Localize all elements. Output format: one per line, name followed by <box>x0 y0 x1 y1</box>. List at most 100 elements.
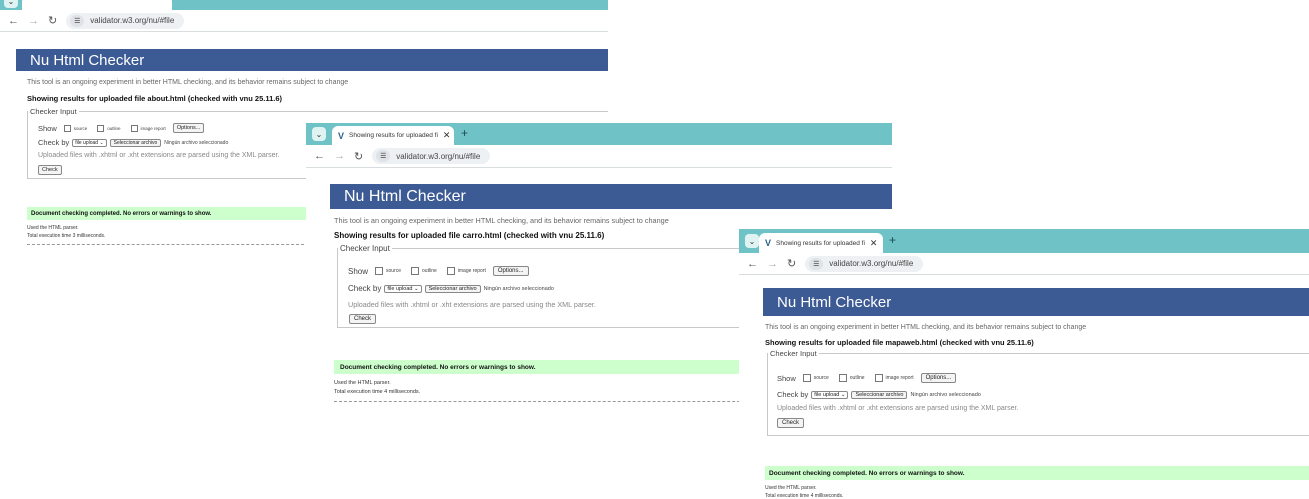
url-text: validator.w3.org/nu/#file <box>90 16 175 25</box>
page-title: Nu Html Checker <box>344 187 466 205</box>
show-label: Show <box>777 373 796 383</box>
url-text: validator.w3.org/nu/#file <box>829 259 914 268</box>
check-by-value: file upload <box>387 285 413 292</box>
active-tab[interactable] <box>22 0 172 10</box>
upload-note: Uploaded files with .xhtml or .xht exten… <box>348 300 596 309</box>
new-tab-icon[interactable]: + <box>889 233 896 247</box>
site-info-icon[interactable]: ☰ <box>809 257 824 270</box>
address-bar[interactable]: ☰ validator.w3.org/nu/#file <box>66 12 185 29</box>
back-arrow-icon[interactable]: ← <box>314 150 325 162</box>
results-heading: Showing results for uploaded file carro.… <box>334 231 605 240</box>
choose-file-button[interactable]: Seleccionar archivo <box>109 138 162 147</box>
navigation-bar: ← → ↻ ☰ validator.w3.org/nu/#file <box>739 253 1309 275</box>
tab-list-chevron-icon[interactable]: ⌄ <box>4 0 18 8</box>
reload-icon[interactable]: ↻ <box>354 150 363 163</box>
source-checkbox[interactable] <box>802 374 811 382</box>
image-report-checkbox[interactable] <box>130 124 138 132</box>
select-chevron-icon: ⌄ <box>413 285 419 292</box>
outline-checkbox[interactable] <box>97 124 105 132</box>
new-tab-icon[interactable]: + <box>461 126 468 140</box>
select-chevron-icon: ⌄ <box>840 391 846 398</box>
checker-input-legend: Checker Input <box>340 244 390 253</box>
checker-input-legend: Checker Input <box>770 349 817 358</box>
address-bar[interactable]: ☰ validator.w3.org/nu/#file <box>372 148 491 164</box>
detail-time: Total execution time 3 milliseconds. <box>27 233 106 239</box>
success-message: Document checking completed. No errors o… <box>765 466 1309 480</box>
intro-text: This tool is an ongoing experiment in be… <box>765 324 1087 331</box>
close-tab-icon[interactable]: ✕ <box>870 238 878 249</box>
check-button[interactable]: Check <box>349 314 377 324</box>
image-report-checkbox[interactable] <box>446 267 455 275</box>
outline-label: outline <box>422 268 437 274</box>
checker-input-legend: Checker Input <box>30 107 77 116</box>
page-header: Nu Html Checker <box>330 184 892 209</box>
outline-checkbox[interactable] <box>411 267 420 275</box>
check-by-select[interactable]: file upload ⌄ <box>811 390 849 399</box>
source-checkbox[interactable] <box>375 267 384 275</box>
back-arrow-icon[interactable]: ← <box>747 258 758 270</box>
address-bar[interactable]: ☰ validator.w3.org/nu/#file <box>805 255 924 272</box>
show-label: Show <box>348 266 369 276</box>
forward-arrow-icon[interactable]: → <box>767 258 778 270</box>
navigation-bar: ← → ↻ ☰ validator.w3.org/nu/#file <box>306 145 892 168</box>
back-arrow-icon[interactable]: ← <box>8 15 19 27</box>
source-label: source <box>73 125 88 131</box>
reload-icon[interactable]: ↻ <box>787 257 796 270</box>
no-file-text: Ningún archivo seleccionado <box>910 391 981 398</box>
forward-arrow-icon[interactable]: → <box>28 15 39 27</box>
close-tab-icon[interactable]: ✕ <box>443 130 451 141</box>
detail-time: Total execution time 4 milliseconds. <box>765 493 844 499</box>
image-report-label: image report <box>885 375 914 381</box>
results-heading: Showing results for uploaded file about.… <box>27 94 283 103</box>
reload-icon[interactable]: ↻ <box>48 14 57 27</box>
tab-title: Showing results for uploaded fi <box>776 239 865 247</box>
check-by-value: file upload <box>75 139 99 146</box>
detail-parser: Used the HTML parser. <box>334 380 391 386</box>
page-title: Nu Html Checker <box>30 51 145 69</box>
favicon-icon: V <box>765 238 772 248</box>
results-heading: Showing results for uploaded file mapawe… <box>765 338 1034 347</box>
tab-list-chevron-icon[interactable]: ⌄ <box>312 127 326 141</box>
forward-arrow-icon[interactable]: → <box>334 150 345 162</box>
detail-parser: Used the HTML parser. <box>765 485 817 491</box>
detail-time: Total execution time 4 milliseconds. <box>334 389 421 395</box>
check-by-label: Check by <box>348 284 382 293</box>
success-message: Document checking completed. No errors o… <box>334 360 770 374</box>
detail-parser: Used the HTML parser. <box>27 225 79 231</box>
success-text: Document checking completed. No errors o… <box>31 210 212 217</box>
image-report-checkbox[interactable] <box>874 374 883 382</box>
check-by-select[interactable]: file upload ⌄ <box>384 284 422 293</box>
source-label: source <box>386 268 402 274</box>
no-file-text: Ningún archivo seleccionado <box>164 139 229 146</box>
site-info-icon[interactable]: ☰ <box>70 14 85 27</box>
show-options-row: Show source outline image report Options… <box>777 373 957 383</box>
options-button[interactable]: Options... <box>492 266 529 276</box>
check-by-label: Check by <box>38 138 70 147</box>
screenshot-mapaweb: ⌄ V Showing results for uploaded fi ✕ + … <box>739 229 1309 499</box>
check-button[interactable]: Check <box>777 418 805 428</box>
source-checkbox[interactable] <box>63 124 71 132</box>
check-by-row: Check by file upload ⌄ Seleccionar archi… <box>777 390 981 399</box>
tab-strip: ⌄ V Showing results for uploaded fi ✕ + <box>306 123 892 145</box>
choose-file-button[interactable]: Seleccionar archivo <box>851 390 908 399</box>
options-button[interactable]: Options... <box>920 373 957 383</box>
check-button[interactable]: Check <box>38 165 62 175</box>
tab-list-chevron-icon[interactable]: ⌄ <box>745 234 759 248</box>
choose-file-button[interactable]: Seleccionar archivo <box>424 284 481 293</box>
image-report-label: image report <box>457 268 486 274</box>
outline-checkbox[interactable] <box>838 374 847 382</box>
check-by-value: file upload <box>814 391 840 398</box>
active-tab[interactable]: V Showing results for uploaded fi ✕ <box>759 233 883 253</box>
active-tab[interactable]: V Showing results for uploaded fi ✕ <box>332 126 454 145</box>
favicon-icon: V <box>338 130 345 141</box>
success-text: Document checking completed. No errors o… <box>769 469 965 477</box>
check-by-row: Check by file upload ⌄ Seleccionar archi… <box>38 138 228 147</box>
outline-label: outline <box>849 375 865 381</box>
page-header: Nu Html Checker <box>16 49 608 71</box>
site-info-icon[interactable]: ☰ <box>376 150 391 162</box>
intro-text: This tool is an ongoing experiment in be… <box>334 216 669 225</box>
page-title: Nu Html Checker <box>777 293 892 311</box>
check-by-select[interactable]: file upload ⌄ <box>72 138 107 147</box>
options-button[interactable]: Options... <box>172 123 205 133</box>
intro-text: This tool is an ongoing experiment in be… <box>27 79 349 86</box>
